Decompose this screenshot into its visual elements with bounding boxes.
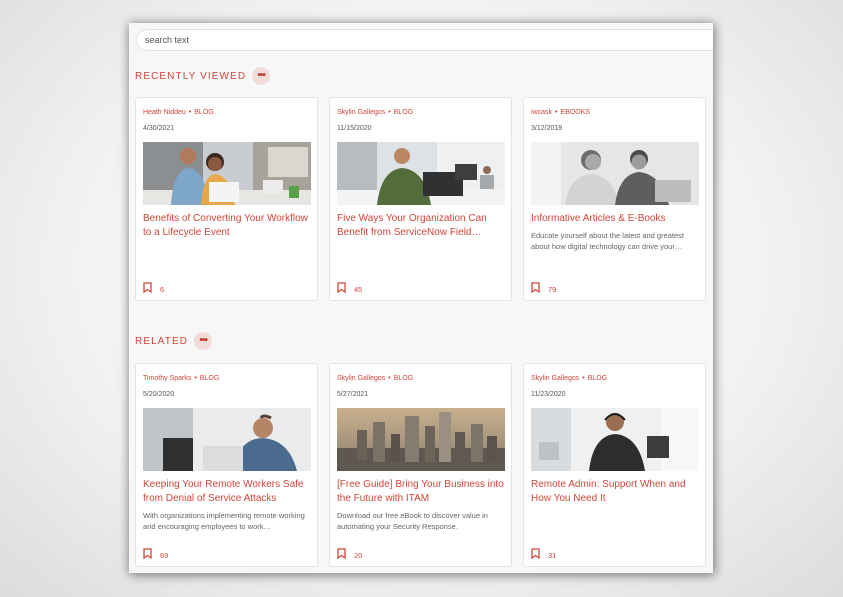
card-image[interactable] bbox=[143, 408, 311, 471]
more-options-icon[interactable]: ••• bbox=[252, 67, 271, 85]
card-footer: 79 bbox=[531, 280, 556, 298]
content-card[interactable]: Skylin Gallegos • BLOG 11/23/2020 Remote A… bbox=[523, 363, 706, 567]
card-type[interactable]: BLOG bbox=[194, 109, 213, 116]
card-author[interactable]: Skylin Gallegos bbox=[337, 375, 385, 382]
card-description: Educate yourself about the latest and gr… bbox=[531, 231, 685, 251]
card-author[interactable]: Skylin Gallegos bbox=[337, 109, 385, 116]
section-title: RELATED bbox=[135, 335, 189, 347]
search-input[interactable]: search text bbox=[136, 29, 713, 51]
content-panel: search text RECENTLY VIEWED ••• Heath Ni… bbox=[129, 23, 713, 573]
content-card[interactable]: Timothy Sparks • BLOG 5/20/2020 Keeping Yo… bbox=[135, 363, 318, 567]
card-meta: Heath Niddeu • BLOG bbox=[143, 109, 214, 116]
bookmark-icon[interactable] bbox=[337, 546, 346, 564]
card-footer: 20 bbox=[337, 546, 362, 564]
content-card[interactable]: Skylin Gallegos • BLOG 11/15/2020 Five Way… bbox=[329, 97, 512, 301]
bookmark-count: 69 bbox=[160, 550, 169, 560]
card-title[interactable]: Keeping Your Remote Workers Safe from De… bbox=[143, 478, 313, 506]
card-image[interactable] bbox=[531, 408, 699, 471]
card-footer: 69 bbox=[143, 546, 168, 564]
card-meta: Skylin Gallegos • BLOG bbox=[337, 375, 414, 382]
card-date: 4/30/2021 bbox=[143, 125, 175, 132]
content-card[interactable]: Skylin Gallegos • BLOG 5/27/2021 [Free G… bbox=[329, 363, 512, 567]
card-date: 11/15/2020 bbox=[337, 125, 372, 132]
card-type[interactable]: BLOG bbox=[394, 109, 413, 116]
card-date: 3/12/2019 bbox=[531, 125, 563, 132]
section-title: RECENTLY VIEWED bbox=[135, 70, 247, 82]
card-meta: Skylin Gallegos • BLOG bbox=[337, 109, 414, 116]
card-footer: 31 bbox=[531, 546, 556, 564]
card-description: Download our free eBook to discover valu… bbox=[337, 511, 488, 531]
section-header-recently-viewed: RECENTLY VIEWED ••• bbox=[135, 67, 271, 85]
bookmark-icon[interactable] bbox=[143, 546, 152, 564]
bookmark-icon[interactable] bbox=[531, 546, 540, 564]
bookmark-icon[interactable] bbox=[143, 280, 152, 298]
card-meta: iwcask • EBOOKS bbox=[531, 109, 591, 116]
content-card[interactable]: Heath Niddeu • BLOG 4/30/2021 Benefits of … bbox=[135, 97, 318, 301]
bookmark-count: 45 bbox=[354, 284, 363, 294]
card-author[interactable]: Heath Niddeu bbox=[143, 109, 186, 116]
card-title[interactable]: Remote Admin: Support When and How You N… bbox=[531, 478, 701, 506]
bookmark-count: 20 bbox=[354, 550, 363, 560]
card-image[interactable] bbox=[143, 142, 311, 205]
bookmark-count: 79 bbox=[548, 284, 557, 294]
card-date: 5/20/2020 bbox=[143, 391, 175, 398]
section-header-related: RELATED ••• bbox=[135, 332, 213, 350]
content-card[interactable]: iwcask • EBOOKS 3/12/2019 Informative Arti… bbox=[523, 97, 706, 301]
card-type[interactable]: EBOOKS bbox=[560, 109, 590, 116]
card-image[interactable] bbox=[337, 142, 505, 205]
bookmark-count: 6 bbox=[160, 284, 165, 294]
card-type[interactable]: BLOG bbox=[200, 375, 219, 382]
card-image[interactable] bbox=[531, 142, 699, 205]
bookmark-icon[interactable] bbox=[337, 280, 346, 298]
card-title[interactable]: Informative Articles & E-Books bbox=[531, 212, 701, 226]
card-meta: Timothy Sparks • BLOG bbox=[143, 375, 220, 382]
card-title[interactable]: [Free Guide] Bring Your Business into th… bbox=[337, 478, 507, 506]
card-title[interactable]: Benefits of Converting Your Workflow to … bbox=[143, 212, 313, 240]
card-footer: 45 bbox=[337, 280, 362, 298]
card-type[interactable]: BLOG bbox=[588, 375, 607, 382]
card-meta: Skylin Gallegos • BLOG bbox=[531, 375, 608, 382]
bookmark-icon[interactable] bbox=[531, 280, 540, 298]
bookmark-count: 31 bbox=[548, 550, 557, 560]
card-date: 5/27/2021 bbox=[337, 391, 369, 398]
card-type[interactable]: BLOG bbox=[394, 375, 413, 382]
card-author[interactable]: iwcask bbox=[531, 109, 552, 116]
card-author[interactable]: Timothy Sparks bbox=[143, 375, 191, 382]
card-footer: 6 bbox=[143, 280, 164, 298]
card-image[interactable] bbox=[337, 408, 505, 471]
card-description: With organizations implementing remote w… bbox=[143, 511, 305, 531]
card-author[interactable]: Skylin Gallegos bbox=[531, 375, 579, 382]
card-date: 11/23/2020 bbox=[531, 391, 566, 398]
more-options-icon[interactable]: ••• bbox=[194, 332, 213, 350]
card-title[interactable]: Five Ways Your Organization Can Benefit … bbox=[337, 212, 507, 240]
